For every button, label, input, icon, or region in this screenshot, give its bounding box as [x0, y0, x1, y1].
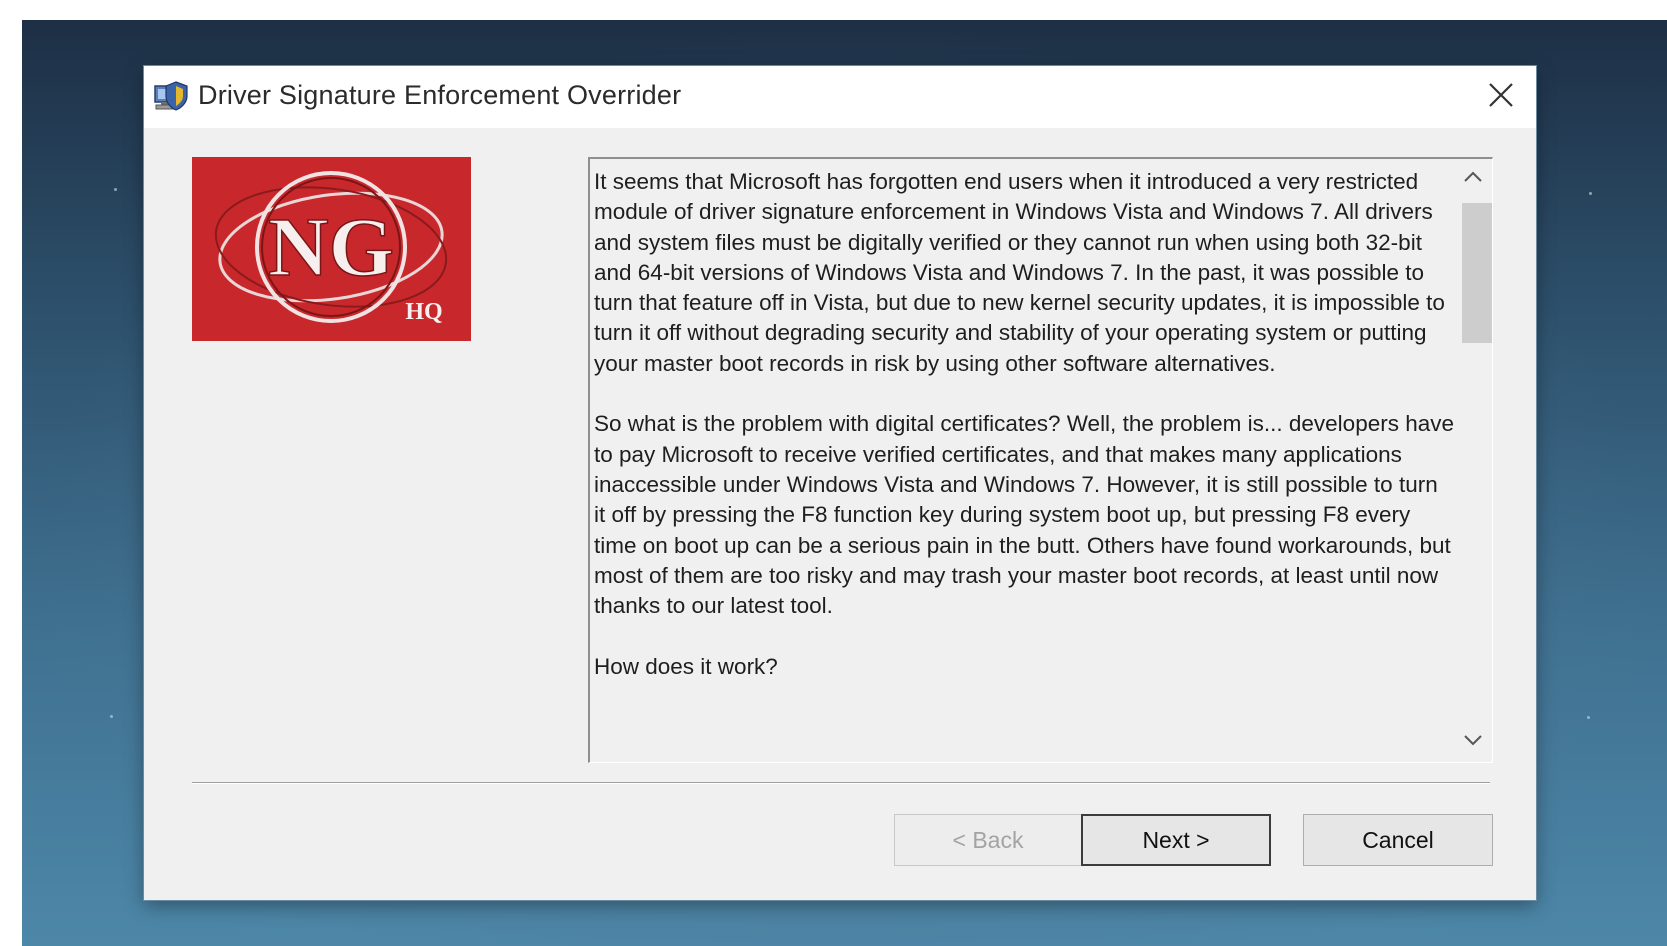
close-button[interactable] — [1466, 66, 1536, 128]
star-decoration — [1587, 716, 1590, 719]
vertical-scrollbar[interactable] — [1454, 159, 1492, 762]
star-decoration — [1589, 192, 1592, 195]
next-button[interactable]: Next > — [1081, 814, 1271, 866]
description-text: It seems that Microsoft has forgotten en… — [594, 167, 1454, 712]
description-paragraph: So what is the problem with digital cert… — [594, 411, 1454, 619]
title-bar[interactable]: Driver Signature Enforcement Overrider — [144, 66, 1536, 128]
logo-main-text: NG — [268, 201, 394, 294]
scroll-thumb[interactable] — [1462, 203, 1492, 343]
star-decoration — [114, 188, 117, 191]
chevron-up-icon — [1463, 170, 1483, 188]
close-icon — [1488, 82, 1514, 113]
button-separator — [192, 782, 1490, 784]
ng-hq-logo: NG HQ — [192, 157, 471, 341]
cancel-button[interactable]: Cancel — [1303, 814, 1493, 866]
window-title: Driver Signature Enforcement Overrider — [198, 80, 682, 110]
scroll-down-button[interactable] — [1454, 722, 1492, 762]
star-decoration — [110, 715, 113, 718]
description-paragraph: It seems that Microsoft has forgotten en… — [594, 169, 1445, 376]
scroll-up-button[interactable] — [1454, 159, 1492, 199]
back-button[interactable]: < Back — [894, 814, 1082, 866]
logo-sub-text: HQ — [405, 299, 442, 325]
description-paragraph: How does it work? — [594, 653, 778, 679]
dialog-body: NG HQ It seems that Microsoft has forgot… — [144, 128, 1536, 900]
chevron-down-icon — [1463, 733, 1483, 751]
wizard-dialog: Driver Signature Enforcement Overrider N… — [144, 66, 1536, 900]
description-textbox[interactable]: It seems that Microsoft has forgotten en… — [588, 157, 1493, 763]
computer-shield-icon — [152, 78, 190, 114]
